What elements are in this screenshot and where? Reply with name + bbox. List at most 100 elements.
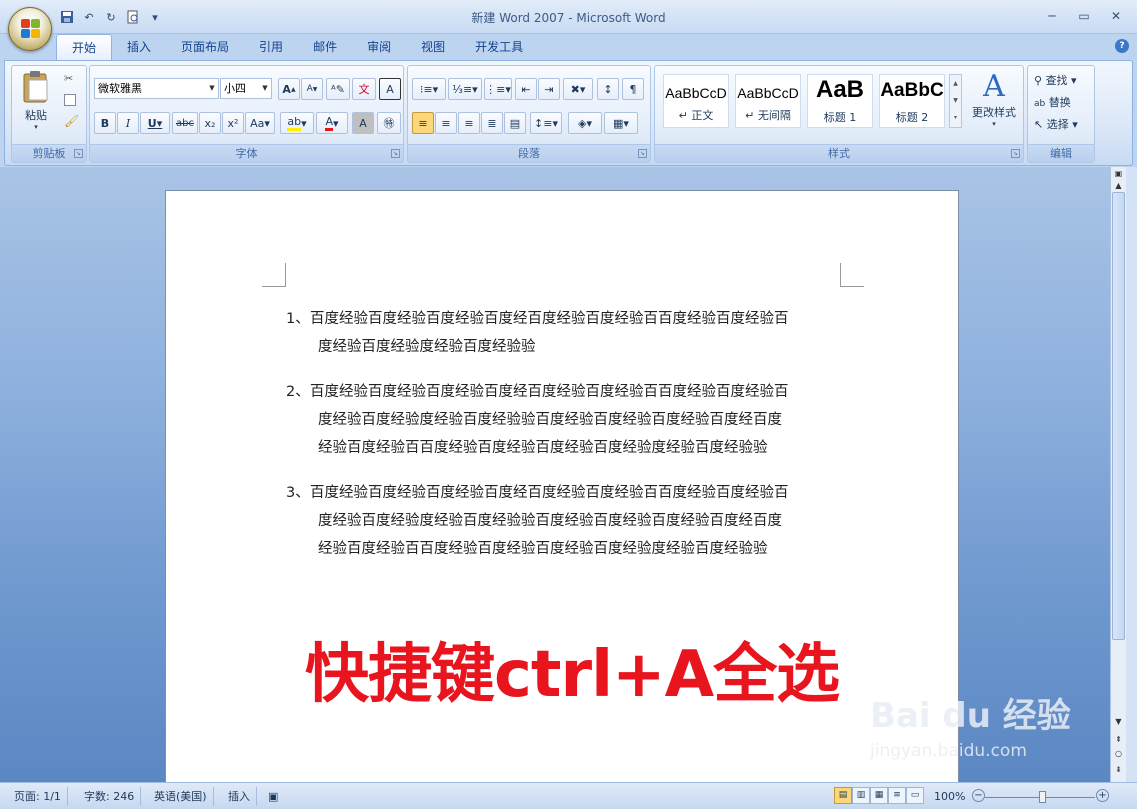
tab-mailings[interactable]: 邮件	[298, 34, 352, 60]
shading-icon[interactable]: ◈▾	[568, 112, 602, 134]
grow-font-label: A	[282, 82, 291, 96]
distributed-icon[interactable]: ▤	[504, 112, 526, 134]
scroll-down-icon[interactable]: ▼	[1111, 715, 1126, 729]
bold-button[interactable]: B	[94, 112, 116, 134]
underline-button[interactable]: U ▾	[140, 112, 170, 134]
next-page-icon[interactable]: ⇟	[1111, 763, 1126, 777]
binoculars-icon: ⚲	[1034, 74, 1043, 87]
list-text-line: 百度经验百度经验百度经验百度经百度经验百度经验百百度经验百度经验百	[310, 485, 789, 501]
tab-insert[interactable]: 插入	[112, 34, 166, 60]
clear-format-icon[interactable]: ᴬ✎	[326, 78, 350, 100]
superscript-button[interactable]: x²	[222, 112, 244, 134]
enclose-char-icon[interactable]: ㊕	[377, 112, 401, 134]
highlight-button[interactable]: ab ▾	[280, 112, 314, 134]
word-count[interactable]: 字数: 246	[78, 787, 142, 806]
tab-developer[interactable]: 开发工具	[460, 34, 538, 60]
window-controls: ─ ▭ ✕	[1037, 6, 1131, 26]
cut-icon[interactable]: ✂	[64, 72, 73, 85]
bullets-button[interactable]: ⁝≡▾	[412, 78, 446, 100]
help-icon[interactable]: ?	[1115, 39, 1129, 53]
multilevel-list-button[interactable]: ⋮≡▾	[484, 78, 512, 100]
strikethrough-button[interactable]: abc	[172, 112, 198, 134]
borders-icon[interactable]: ▦▾	[604, 112, 638, 134]
tab-review[interactable]: 审阅	[352, 34, 406, 60]
italic-button[interactable]: I	[117, 112, 139, 134]
tab-references[interactable]: 引用	[244, 34, 298, 60]
list-text-line: 经验百度经验百百度经验百度经验百度经验百度经验度经验百度经验验	[318, 541, 768, 557]
close-button[interactable]: ✕	[1101, 6, 1131, 26]
align-right-icon[interactable]: ≡	[458, 112, 480, 134]
zoom-level[interactable]: 100%	[928, 787, 971, 806]
replace-button[interactable]: ab 替换	[1034, 94, 1071, 110]
copy-icon[interactable]	[64, 94, 76, 106]
vertical-scrollbar[interactable]: ▣ ▲ ▼ ⇞ ○ ⇟	[1110, 167, 1126, 782]
page-count[interactable]: 页面: 1/1	[8, 787, 68, 806]
tab-page-layout[interactable]: 页面布局	[166, 34, 244, 60]
insert-mode[interactable]: 插入	[222, 787, 257, 806]
change-styles-label: 更改样式	[972, 106, 1016, 119]
change-case-button[interactable]: Aa ▾	[245, 112, 275, 134]
shrink-font-button[interactable]: A ▼	[301, 78, 323, 100]
paragraph-launcher-icon[interactable]: ↘	[638, 149, 647, 158]
status-bar: 页面: 1/1 字数: 246 英语(美国) 插入 ▣ ▤ ▥ ▦ ≡ ▭ 10…	[0, 782, 1137, 809]
style-sample: AaB	[815, 76, 864, 103]
window-title: 新建 Word 2007 - Microsoft Word	[471, 11, 666, 25]
styles-group: AaBbCcD ↵ 正文 AaBbCcD ↵ 无间隔 AaB 标题 1 AaBb…	[654, 65, 1024, 163]
shortcut-overlay-text: 快捷键ctrl+A全选	[305, 638, 840, 712]
full-screen-reading-icon[interactable]: ▥	[852, 787, 870, 804]
find-button[interactable]: ⚲ 查找 ▾	[1034, 72, 1077, 88]
font-group-label: 字体	[90, 144, 403, 162]
strikethrough-label: abc	[176, 117, 194, 129]
char-shading-icon[interactable]: A	[352, 112, 374, 134]
tab-view[interactable]: 视图	[406, 34, 460, 60]
format-painter-icon[interactable]: 🖌	[64, 114, 79, 128]
style-card-no-spacing[interactable]: AaBbCcD ↵ 无间隔	[735, 74, 801, 128]
show-marks-icon[interactable]: ¶	[622, 78, 644, 100]
font-launcher-icon[interactable]: ↘	[391, 149, 400, 158]
tab-home[interactable]: 开始	[56, 34, 113, 61]
change-styles-button[interactable]: A 更改样式 ▾	[967, 70, 1021, 140]
styles-launcher-icon[interactable]: ↘	[1011, 149, 1020, 158]
minimize-button[interactable]: ─	[1037, 6, 1067, 26]
language-indicator[interactable]: 英语(美国)	[148, 787, 214, 806]
select-button[interactable]: ↖ 选择 ▾	[1034, 116, 1078, 132]
increase-indent-icon[interactable]: ⇥	[538, 78, 560, 100]
line-spacing-icon[interactable]: ↕≡▾	[530, 112, 562, 134]
align-left-icon[interactable]: ≡	[412, 112, 434, 134]
style-card-heading1[interactable]: AaB 标题 1	[807, 74, 873, 128]
paste-button[interactable]: 粘贴 ▾	[18, 70, 54, 138]
style-card-heading2[interactable]: AaBbC 标题 2	[879, 74, 945, 128]
font-name-combo[interactable]: 微软雅黑 ▼	[94, 78, 219, 99]
prev-page-icon[interactable]: ⇞	[1111, 733, 1126, 747]
print-layout-icon[interactable]: ▤	[834, 787, 852, 804]
paste-label: 粘贴	[25, 109, 47, 122]
decrease-indent-icon[interactable]: ⇤	[515, 78, 537, 100]
zoom-out-icon[interactable]: −	[972, 789, 985, 802]
style-card-normal[interactable]: AaBbCcD ↵ 正文	[663, 74, 729, 128]
font-size-combo[interactable]: 小四 ▼	[220, 78, 272, 99]
web-layout-icon[interactable]: ▦	[870, 787, 888, 804]
phonetic-guide-icon[interactable]: 文	[352, 78, 376, 100]
zoom-slider-knob[interactable]	[1039, 791, 1046, 803]
scroll-up-icon[interactable]: ▲	[1111, 179, 1126, 193]
justify-icon[interactable]: ≣	[481, 112, 503, 134]
macro-record-icon[interactable]: ▣	[262, 787, 284, 806]
zoom-in-icon[interactable]: +	[1096, 789, 1109, 802]
draft-icon[interactable]: ▭	[906, 787, 924, 804]
chinese-layout-icon[interactable]: ✖▾	[563, 78, 593, 100]
grow-font-button[interactable]: A ▲	[278, 78, 300, 100]
browse-object-icon[interactable]: ○	[1111, 747, 1126, 761]
chevron-down-icon: ▼	[209, 84, 215, 92]
maximize-button[interactable]: ▭	[1069, 6, 1099, 26]
office-button[interactable]	[8, 7, 52, 51]
numbering-button[interactable]: ⅓≡▾	[448, 78, 482, 100]
sort-icon[interactable]: ↕	[597, 78, 619, 100]
font-color-button[interactable]: A ▾	[316, 112, 348, 134]
align-center-icon[interactable]: ≡	[435, 112, 457, 134]
char-border-icon[interactable]: A	[379, 78, 401, 100]
subscript-button[interactable]: x₂	[199, 112, 221, 134]
clipboard-launcher-icon[interactable]: ↘	[74, 149, 83, 158]
styles-scroll[interactable]: ▲ ▼ ▾	[949, 74, 962, 128]
outline-icon[interactable]: ≡	[888, 787, 906, 804]
scroll-thumb[interactable]	[1112, 192, 1125, 640]
